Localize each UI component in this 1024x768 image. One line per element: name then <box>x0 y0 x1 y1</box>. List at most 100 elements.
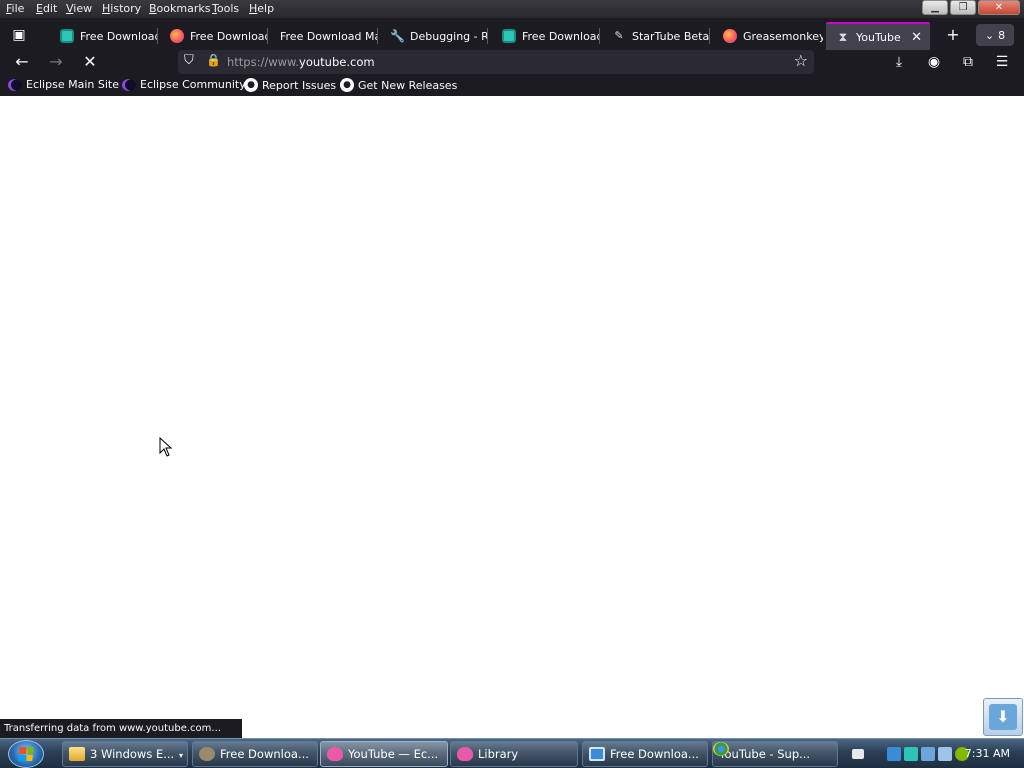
windows-logo-icon <box>18 747 34 761</box>
extensions-button[interactable]: ⧉ <box>957 52 979 72</box>
menu-file[interactable]: File <box>6 2 24 15</box>
tab-label: Free Download <box>522 29 600 43</box>
tab-separator <box>267 28 268 44</box>
menu-edit[interactable]: Edit <box>36 2 57 15</box>
forward-button[interactable]: → <box>45 52 67 72</box>
eclipse-icon <box>122 78 136 91</box>
tab-separator <box>599 28 600 44</box>
status-panel: Transferring data from www.youtube.com..… <box>0 719 242 738</box>
tab-startube-beta[interactable]: ✎ StarTube Beta <box>602 22 710 50</box>
tracking-protection-shield-icon[interactable]: ⛉ <box>184 53 194 68</box>
tab-free-download-manager[interactable]: Free Download Ma <box>270 22 378 50</box>
taskbar-item-label: 3 Windows E... <box>90 747 175 761</box>
taskbar-item-label: YouTube — Ec... <box>348 747 439 761</box>
firefox-icon <box>170 29 184 43</box>
chevron-down-icon: ▾ <box>178 751 183 760</box>
account-icon: ◉ <box>927 54 941 70</box>
menu-view[interactable]: View <box>66 2 92 15</box>
taskbar-item-label: YouTube - Sup... <box>719 747 811 761</box>
minimize-button[interactable]: ▁ <box>922 0 948 15</box>
app-menu-button[interactable]: ☰ <box>991 52 1013 72</box>
tab-label: Debugging - R <box>410 29 488 43</box>
bookmark-report-issues[interactable]: ● Report Issues <box>244 78 336 92</box>
account-button[interactable]: ◉ <box>923 52 945 72</box>
taskbar-item-label: Free Downloa... <box>220 747 309 761</box>
folder-icon <box>69 747 85 761</box>
github-icon: ● <box>244 78 258 92</box>
download-icon: ⤓ <box>895 54 903 70</box>
plus-icon: + <box>946 25 960 44</box>
fdm-floating-download-button[interactable]: ⬇ <box>983 698 1023 736</box>
tab-strip: ▣ Free Download Free Download Free Downl… <box>0 20 1024 50</box>
downloads-button[interactable]: ⤓ <box>888 52 910 72</box>
taskbar-item-windows-explorer[interactable]: 3 Windows E... ▾ <box>62 741 188 767</box>
stop-button[interactable]: ✕ <box>79 52 101 72</box>
url-text[interactable]: https://www.youtube.com <box>227 55 375 69</box>
windows-taskbar: 3 Windows E... ▾ Free Downloa... YouTube… <box>0 738 1024 768</box>
back-button[interactable]: ← <box>11 52 33 72</box>
tab-free-download-3[interactable]: Free Download <box>492 22 600 50</box>
librewolf-icon <box>327 747 343 761</box>
taskbar-item-youtube-eclipse[interactable]: YouTube — Ec... <box>320 741 448 767</box>
tab-count: 8 <box>998 28 1006 42</box>
bookmarks-toolbar: Eclipse Main Site Eclipse Community ● Re… <box>0 76 1024 96</box>
list-all-tabs-button[interactable]: ⌄ 8 <box>976 24 1014 46</box>
close-window-button[interactable]: ✕ <box>978 0 1020 15</box>
taskbar-item-free-download-manager[interactable]: Free Downloa... <box>192 741 318 767</box>
tab-debugging[interactable]: 🔧 Debugging - R <box>380 22 488 50</box>
tab-label: Greasemonkey <box>743 29 823 43</box>
firefox-view-icon: ▣ <box>12 27 26 43</box>
page-content-area[interactable] <box>0 96 1024 738</box>
gear-icon <box>199 747 215 761</box>
window-controls: ▁ ❐ ✕ <box>922 0 1020 16</box>
taskbar-item-youtube-support[interactable]: YouTube - Sup... <box>712 741 838 767</box>
chrome-icon <box>713 742 729 756</box>
firefox-icon <box>723 29 737 43</box>
menu-history[interactable]: History <box>102 2 141 15</box>
address-bar[interactable]: ⛉ 🔒 https://www.youtube.com ☆ <box>178 50 814 74</box>
puzzle-icon: ⧉ <box>963 54 973 70</box>
bookmark-label: Eclipse Community <box>140 78 246 91</box>
keyboard-icon[interactable] <box>852 749 864 759</box>
fdm-icon <box>502 29 516 43</box>
bookmark-star-icon[interactable]: ☆ <box>794 51 808 70</box>
menu-bar: File Edit View History Bookmarks Tools H… <box>0 0 1024 18</box>
system-clock[interactable]: 7:31 AM <box>965 747 1010 760</box>
url-prefix: https://www. <box>227 55 300 69</box>
taskbar-item-library[interactable]: Library <box>450 741 578 767</box>
github-icon: ● <box>340 78 354 92</box>
tab-separator <box>377 28 378 44</box>
lock-icon[interactable]: 🔒 <box>206 53 221 67</box>
bookmark-eclipse-community[interactable]: Eclipse Community <box>122 78 246 91</box>
menu-tools[interactable]: Tools <box>212 2 239 15</box>
tab-greasemonkey[interactable]: Greasemonkey <box>713 22 823 50</box>
close-tab-icon[interactable]: ✕ <box>911 30 922 45</box>
network-icon[interactable] <box>904 747 918 761</box>
menu-help[interactable]: Help <box>249 2 274 15</box>
menu-bookmarks[interactable]: Bookmarks <box>149 2 210 15</box>
tab-label: Free Download <box>80 29 158 43</box>
wand-icon: ✎ <box>614 29 624 42</box>
eclipse-icon <box>8 78 22 91</box>
bookmark-get-new-releases[interactable]: ● Get New Releases <box>340 78 457 92</box>
fdm-tray-icon[interactable] <box>887 747 901 761</box>
tab-free-download-1[interactable]: Free Download <box>50 22 158 50</box>
taskbar-item-free-download[interactable]: Free Downloa... <box>582 741 708 767</box>
taskbar-item-label: Free Downloa... <box>610 747 699 761</box>
wrench-icon: 🔧 <box>390 29 405 43</box>
bookmark-label: Get New Releases <box>358 78 458 92</box>
firefox-view-button[interactable]: ▣ <box>6 24 32 46</box>
start-button[interactable] <box>8 740 44 768</box>
tab-youtube[interactable]: ⧗ YouTube ✕ <box>826 22 930 50</box>
restore-button[interactable]: ❐ <box>950 0 976 15</box>
tab-separator <box>157 28 158 44</box>
tab-separator <box>709 28 710 44</box>
app-tray-icon[interactable] <box>938 747 952 761</box>
tab-label: StarTube Beta <box>632 29 710 43</box>
new-tab-button[interactable]: + <box>942 26 964 46</box>
fdm-icon <box>589 747 605 761</box>
tab-free-download-2[interactable]: Free Download <box>160 22 268 50</box>
bookmark-eclipse-main-site[interactable]: Eclipse Main Site <box>8 78 119 91</box>
monitor-icon[interactable] <box>921 747 935 761</box>
navigation-toolbar: ← → ✕ ⛉ 🔒 https://www.youtube.com ☆ ⤓ ◉ … <box>0 50 1024 74</box>
